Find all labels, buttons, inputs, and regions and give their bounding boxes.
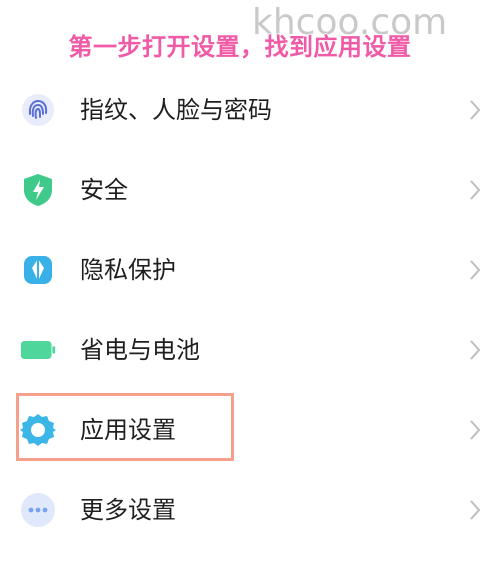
app-settings-gear-icon	[20, 412, 56, 448]
chevron-right-icon	[468, 178, 482, 202]
privacy-icon	[20, 252, 56, 288]
menu-item-more-settings[interactable]: 更多设置	[0, 470, 500, 550]
instruction-banner: 第一步打开设置，找到应用设置	[68, 33, 412, 61]
battery-icon	[20, 332, 56, 368]
menu-item-battery[interactable]: 省电与电池	[0, 310, 500, 390]
settings-screen: khcoo.com 第一步打开设置，找到应用设置 指纹、人脸与密码 安全 隐私保…	[0, 0, 500, 565]
chevron-right-icon	[468, 258, 482, 282]
chevron-right-icon	[468, 338, 482, 362]
menu-item-privacy[interactable]: 隐私保护	[0, 230, 500, 310]
menu-item-app-settings[interactable]: 应用设置	[0, 390, 500, 470]
chevron-right-icon	[468, 498, 482, 522]
menu-item-security[interactable]: 安全	[0, 150, 500, 230]
menu-item-label: 省电与电池	[80, 336, 200, 364]
chevron-right-icon	[468, 418, 482, 442]
settings-menu-list: 指纹、人脸与密码 安全 隐私保护 省电与电池 应用设置 更多设置	[0, 70, 500, 550]
menu-item-label: 指纹、人脸与密码	[80, 96, 272, 124]
menu-item-label: 安全	[80, 176, 128, 204]
fingerprint-icon	[20, 92, 56, 128]
chevron-right-icon	[468, 98, 482, 122]
menu-item-label: 应用设置	[80, 416, 176, 444]
menu-item-fingerprint-face-password[interactable]: 指纹、人脸与密码	[0, 70, 500, 150]
menu-item-label: 更多设置	[80, 496, 176, 524]
security-shield-icon	[20, 172, 56, 208]
more-settings-icon	[20, 492, 56, 528]
menu-item-label: 隐私保护	[80, 256, 176, 284]
